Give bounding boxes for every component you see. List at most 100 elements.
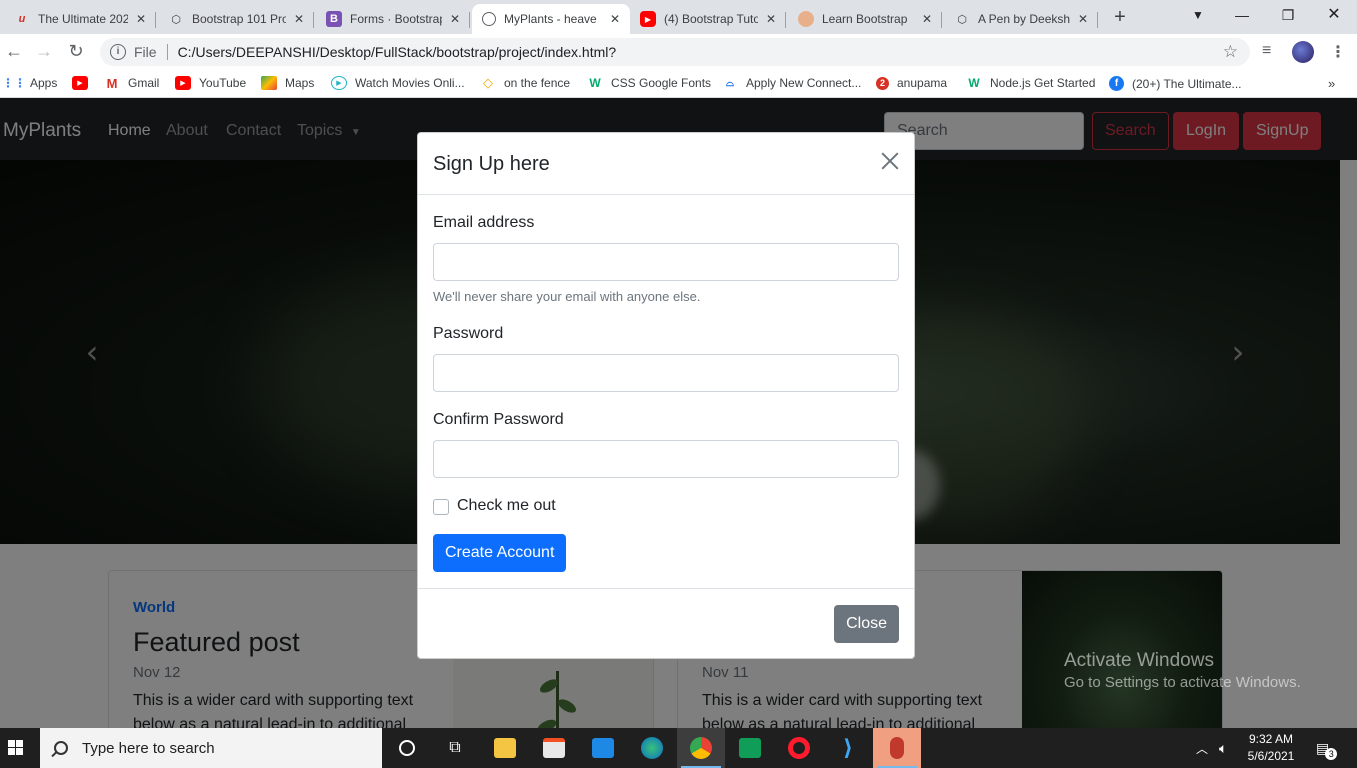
bookmark-apps[interactable]: ⋮⋮ Apps	[2, 76, 58, 90]
system-clock[interactable]: 9:32 AM 5/6/2021	[1240, 731, 1302, 765]
tab-close-icon[interactable]: ✕	[608, 12, 622, 26]
youtube-icon: ▶	[72, 76, 88, 90]
create-account-button[interactable]: Create Account	[433, 534, 567, 572]
url-text[interactable]: C:/Users/DEEPANSHI/Desktop/FullStack/boo…	[178, 44, 617, 60]
check-me-out-label[interactable]: Check me out	[457, 497, 556, 515]
browser-tab-active[interactable]: MyPlants - heave ✕	[472, 4, 630, 34]
task-view-icon[interactable]: ⧉	[431, 728, 479, 768]
tab-title: A Pen by Deeksha	[978, 12, 1070, 26]
bookmark-label: Maps	[285, 76, 315, 90]
windows-taskbar: Type here to search ⧉ ⟩ ︿ 🔈︎ 9:32 AM 5/6…	[0, 728, 1357, 768]
windows-start-icon[interactable]	[0, 728, 34, 768]
codepen-icon: ⬡	[171, 13, 181, 26]
profile-avatar[interactable]	[1292, 41, 1314, 63]
bookmark-watch-movies[interactable]: ▶ Watch Movies Onli...	[331, 76, 465, 90]
classroom-icon[interactable]	[726, 728, 774, 768]
web-page: MyPlants Home About Contact Topics ▼ Sea…	[0, 98, 1357, 728]
bookmark-nodejs[interactable]: W Node.js Get Started	[966, 76, 1095, 90]
opera-icon[interactable]	[775, 728, 823, 768]
store-icon[interactable]	[530, 728, 578, 768]
close-window-icon[interactable]: ✕	[1314, 4, 1354, 28]
url-scheme: File	[134, 44, 157, 60]
codepen-icon: ⬡	[957, 13, 967, 26]
file-explorer-icon[interactable]	[481, 728, 529, 768]
close-button[interactable]: Close	[834, 605, 899, 643]
browser-tab[interactable]: ▶ (4) Bootstrap Tuto ✕	[630, 4, 786, 34]
tab-close-icon[interactable]: ✕	[1076, 12, 1090, 26]
email-help-text: We'll never share your email with anyone…	[433, 289, 701, 304]
address-bar[interactable]: i File C:/Users/DEEPANSHI/Desktop/FullSt…	[100, 38, 1250, 66]
bookmark-youtube-icon-only[interactable]: ▶	[72, 76, 96, 90]
bookmark-apply-new-connect[interactable]: ⌓ Apply New Connect...	[722, 76, 861, 90]
tab-close-icon[interactable]: ✕	[292, 12, 306, 26]
tab-close-icon[interactable]: ✕	[134, 12, 148, 26]
browser-tab[interactable]: u The Ultimate 202 ✕	[4, 4, 156, 34]
taskbar-search-placeholder: Type here to search	[82, 739, 215, 757]
forward-icon[interactable]: →	[32, 40, 56, 64]
bookmark-label: Node.js Get Started	[990, 76, 1096, 90]
bookmark-gmail[interactable]: M Gmail	[104, 76, 160, 91]
tab-close-icon[interactable]: ✕	[920, 12, 934, 26]
watermark-title: Activate Windows	[1064, 650, 1214, 671]
bookmark-label: anupama	[897, 76, 948, 90]
taskbar-search-box[interactable]: Type here to search	[40, 728, 382, 768]
paint-app-icon[interactable]	[873, 728, 921, 768]
menu-icon[interactable]: ⋮	[1330, 42, 1346, 62]
w3-icon: W	[589, 76, 601, 90]
tab-search-icon[interactable]: ▼	[1178, 4, 1218, 28]
minimize-icon[interactable]: —	[1222, 4, 1262, 28]
browser-tab[interactable]: Learn Bootstrap ✕	[788, 4, 942, 34]
bookmark-label: CSS Google Fonts	[611, 76, 712, 90]
bookmark-label: Gmail	[128, 76, 160, 90]
vscode-icon[interactable]: ⟩	[824, 728, 872, 768]
edge-icon[interactable]	[628, 728, 676, 768]
media-control-icon[interactable]: ≡	[1262, 42, 1271, 60]
browser-tab[interactable]: ⬡ Bootstrap 101 Pro ✕	[158, 4, 314, 34]
email-label: Email address	[433, 214, 535, 231]
facebook-icon: f	[1109, 76, 1124, 91]
more-bookmarks-icon[interactable]: »	[1328, 76, 1335, 91]
bookmark-on-the-fence[interactable]: ◇ on the fence	[480, 75, 570, 90]
bookmark-facebook[interactable]: f (20+) The Ultimate...	[1109, 76, 1242, 91]
password-field[interactable]	[433, 354, 899, 392]
tab-title: The Ultimate 202	[38, 12, 128, 26]
reload-icon[interactable]: ↻	[64, 40, 88, 64]
diamond-icon: ◇	[483, 75, 493, 90]
bookmark-youtube[interactable]: ▶ YouTube	[175, 76, 246, 90]
check-me-out-checkbox[interactable]	[433, 499, 449, 515]
bookmark-label: (20+) The Ultimate...	[1132, 76, 1242, 91]
tab-close-icon[interactable]: ✕	[448, 12, 462, 26]
bookmark-label: Apps	[30, 76, 58, 90]
info-icon[interactable]: i	[110, 44, 126, 60]
browser-tab[interactable]: ⬡ A Pen by Deeksha ✕	[944, 4, 1098, 34]
clock-time: 9:32 AM	[1248, 732, 1294, 746]
show-hidden-icons[interactable]: ︿	[1196, 728, 1208, 768]
activate-windows-watermark: Activate Windows Go to Settings to activ…	[1064, 650, 1301, 691]
tab-title: Learn Bootstrap	[822, 12, 908, 26]
confirm-password-field[interactable]	[433, 440, 899, 478]
email-field[interactable]	[433, 243, 899, 281]
globe-icon	[482, 12, 496, 26]
browser-tab[interactable]: B Forms · Bootstrap ✕	[316, 4, 470, 34]
volume-icon[interactable]: 🔈︎	[1219, 728, 1227, 768]
cortana-icon[interactable]	[383, 728, 431, 768]
tab-title: Forms · Bootstrap	[350, 12, 442, 26]
restore-icon[interactable]: ❐	[1268, 4, 1308, 28]
play-icon: ▶	[331, 76, 347, 90]
avatar-icon	[798, 11, 814, 27]
notification-center-icon[interactable]: ▤ 3	[1316, 728, 1338, 768]
tab-close-icon[interactable]: ✕	[764, 12, 778, 26]
back-icon[interactable]: ←	[2, 40, 26, 64]
new-tab-button[interactable]: +	[1108, 6, 1132, 30]
bootstrap-icon: B	[326, 11, 342, 27]
close-icon[interactable]	[878, 149, 902, 173]
bookmark-css-google-fonts[interactable]: W CSS Google Fonts	[587, 76, 711, 90]
mail-icon[interactable]	[579, 728, 627, 768]
apps-grid-icon: ⋮⋮	[2, 76, 26, 90]
bookmark-anupama[interactable]: 2 anupama	[876, 76, 947, 90]
bookmark-star-icon[interactable]: ☆	[1223, 42, 1238, 62]
w3-icon: W	[968, 76, 980, 90]
browser-toolbar: ← → ↻ i File C:/Users/DEEPANSHI/Desktop/…	[0, 34, 1357, 70]
bookmark-maps[interactable]: Maps	[261, 76, 314, 90]
chrome-icon[interactable]	[677, 728, 725, 768]
